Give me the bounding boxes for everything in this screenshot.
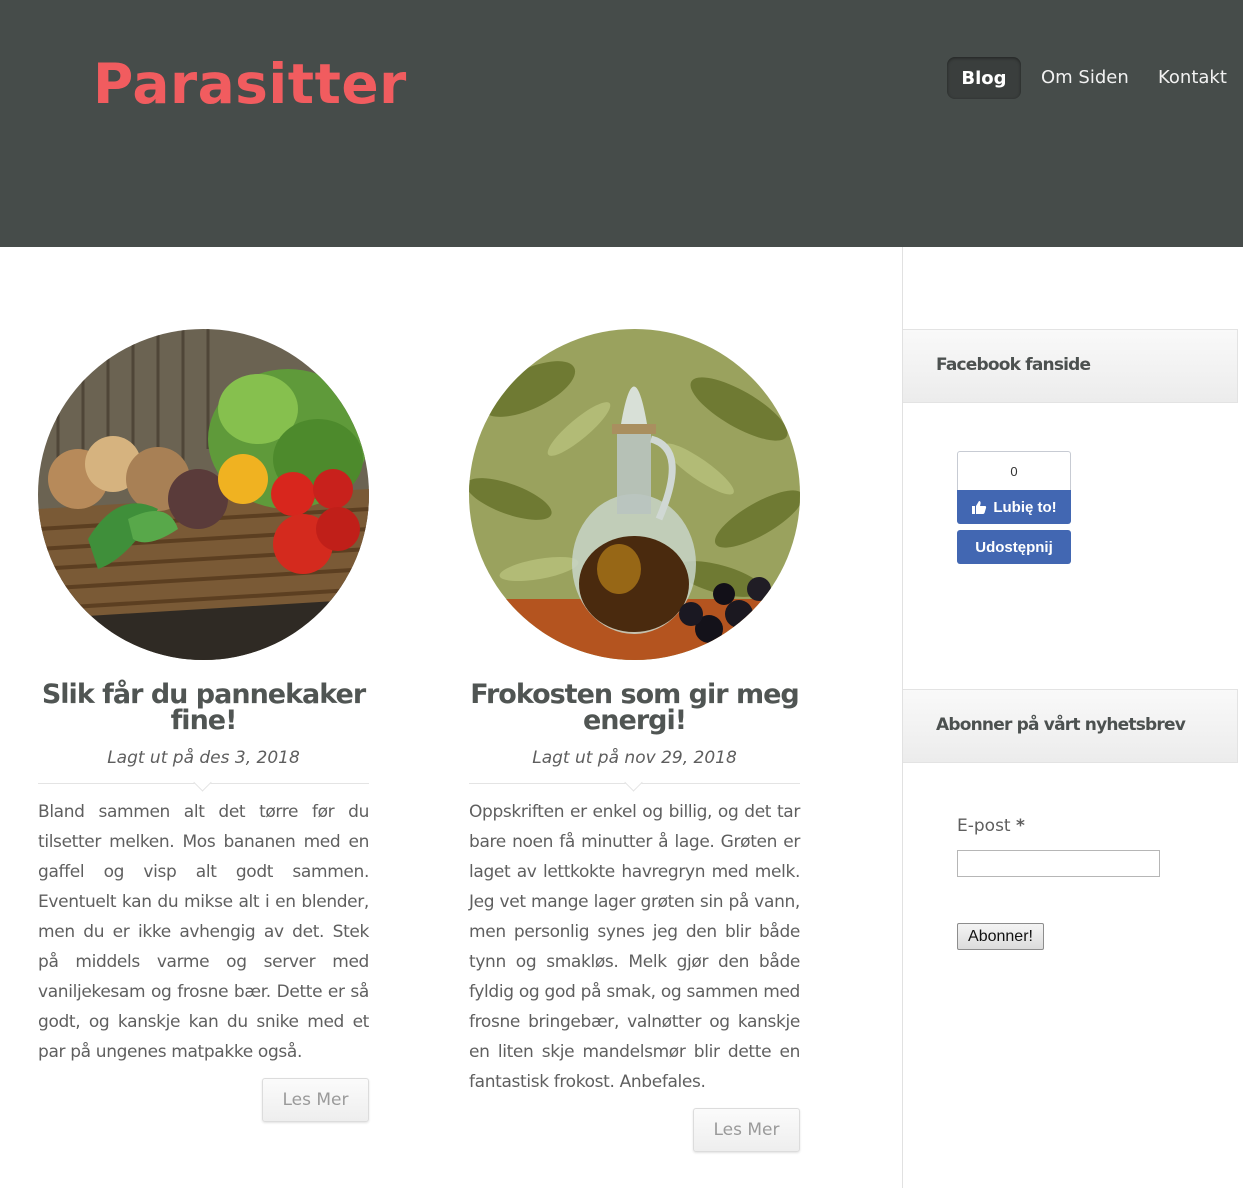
- nav-blog[interactable]: Blog: [947, 57, 1021, 99]
- nav-kontakt[interactable]: Kontakt: [1158, 67, 1227, 88]
- email-field[interactable]: [957, 850, 1160, 877]
- facebook-share-button[interactable]: Udostępnij: [957, 530, 1071, 564]
- post-title[interactable]: Slik får du pannekaker fine!: [38, 681, 369, 734]
- email-label: E-post *: [957, 816, 1025, 836]
- site-logo[interactable]: Parasitter: [93, 52, 407, 116]
- thumbs-up-icon: [972, 500, 987, 514]
- post-excerpt: Bland sammen alt det tørre før du tilset…: [38, 802, 369, 1062]
- post-excerpt: Oppskriften er enkel og billig, og det t…: [469, 802, 800, 1092]
- divider: [469, 783, 800, 784]
- facebook-widget-header: Facebook fanside: [903, 329, 1238, 403]
- widget-title: Abonner på vårt nyhetsbrev: [936, 715, 1186, 735]
- vegetable-basket-illustration: [38, 329, 369, 660]
- nav-om-siden[interactable]: Om Siden: [1041, 67, 1129, 88]
- required-mark: *: [1016, 816, 1025, 836]
- like-label: Lubię to!: [993, 498, 1057, 516]
- vegetable-basket-image[interactable]: [38, 329, 369, 660]
- email-label-text: E-post: [957, 816, 1011, 836]
- blog-post: Slik får du pannekaker fine! Lagt ut på …: [38, 329, 369, 1122]
- post-date: Lagt ut på des 3, 2018: [107, 748, 300, 768]
- olive-oil-illustration: [469, 329, 800, 660]
- newsletter-widget-header: Abonner på vårt nyhetsbrev: [903, 689, 1238, 763]
- read-more-button[interactable]: Les Mer: [262, 1078, 369, 1122]
- blog-post: Frokosten som gir meg energi! Lagt ut på…: [469, 329, 800, 1152]
- read-more-button[interactable]: Les Mer: [693, 1108, 800, 1152]
- post-date: Lagt ut på nov 29, 2018: [532, 748, 737, 768]
- olive-oil-carafe-image[interactable]: [469, 329, 800, 660]
- facebook-like-box: 0 Lubię to!: [957, 451, 1071, 524]
- site-header: Parasitter Blog Om Siden Kontakt: [0, 0, 1243, 247]
- post-title[interactable]: Frokosten som gir meg energi!: [469, 681, 800, 734]
- subscribe-button[interactable]: Abonner!: [957, 923, 1044, 950]
- like-count: 0: [957, 451, 1071, 490]
- widget-title: Facebook fanside: [936, 355, 1091, 375]
- facebook-like-button[interactable]: Lubię to!: [957, 490, 1071, 524]
- divider: [38, 783, 369, 784]
